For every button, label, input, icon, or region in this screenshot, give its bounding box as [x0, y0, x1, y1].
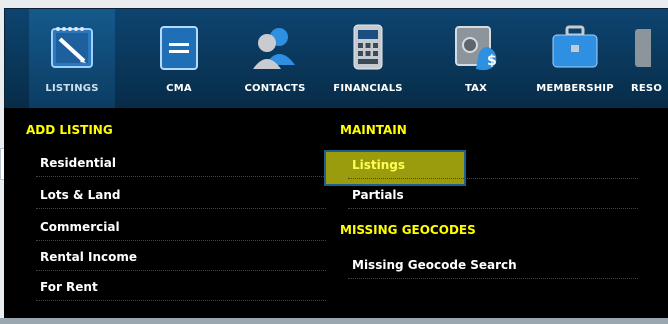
menu-link-lots-land[interactable]: Lots & Land — [40, 186, 120, 204]
menu-separator — [36, 208, 326, 209]
nav-label-membership: MEMBERSHIP — [536, 83, 614, 94]
main-nav-bar: LISTINGS CMA CONTACTS FINANCIALS $ TAX M… — [4, 8, 668, 110]
notepad-pencil-icon — [46, 21, 98, 73]
nav-label-contacts: CONTACTS — [244, 83, 306, 94]
section-title-missing-geocodes: MISSING GEOCODES — [340, 223, 476, 237]
document-icon — [153, 21, 205, 73]
nav-item-resources[interactable]: RESO — [631, 9, 668, 109]
menu-separator — [348, 278, 638, 279]
listings-dropdown-menu: ADD LISTING Residential Lots & Land Comm… — [4, 108, 668, 318]
nav-label-cma: CMA — [166, 83, 192, 94]
nav-label-listings: LISTINGS — [45, 83, 99, 94]
nav-label-resources: RESO — [631, 83, 663, 94]
nav-item-tax[interactable]: $ TAX — [435, 9, 517, 109]
safe-dollar-icon: $ — [450, 21, 502, 73]
nav-item-listings[interactable]: LISTINGS — [29, 9, 115, 109]
menu-link-listings[interactable]: Listings — [352, 156, 405, 174]
nav-item-contacts[interactable]: CONTACTS — [233, 9, 317, 109]
menu-link-missing-geocode-search[interactable]: Missing Geocode Search — [352, 256, 517, 274]
menu-link-rental-income[interactable]: Rental Income — [40, 248, 137, 266]
svg-text:$: $ — [487, 53, 497, 69]
resources-icon — [631, 21, 651, 73]
menu-separator — [36, 240, 326, 241]
nav-item-membership[interactable]: MEMBERSHIP — [525, 9, 625, 109]
nav-label-financials: FINANCIALS — [333, 83, 403, 94]
section-title-maintain: MAINTAIN — [340, 123, 407, 137]
menu-separator — [36, 176, 326, 177]
menu-link-partials[interactable]: Partials — [352, 186, 404, 204]
briefcase-icon — [549, 21, 601, 73]
menu-separator — [36, 300, 326, 301]
nav-item-financials[interactable]: FINANCIALS — [327, 9, 409, 109]
calculator-icon — [342, 21, 394, 73]
nav-item-cma[interactable]: CMA — [149, 9, 209, 109]
people-icon — [249, 21, 301, 73]
page-bottom-band — [0, 318, 668, 324]
menu-link-for-rent[interactable]: For Rent — [40, 278, 98, 296]
menu-separator — [348, 208, 638, 209]
menu-separator — [36, 270, 326, 271]
menu-separator — [348, 178, 638, 179]
menu-link-residential[interactable]: Residential — [40, 154, 116, 172]
section-title-add-listing: ADD LISTING — [26, 123, 113, 137]
menu-link-commercial[interactable]: Commercial — [40, 218, 120, 236]
nav-label-tax: TAX — [464, 83, 488, 94]
